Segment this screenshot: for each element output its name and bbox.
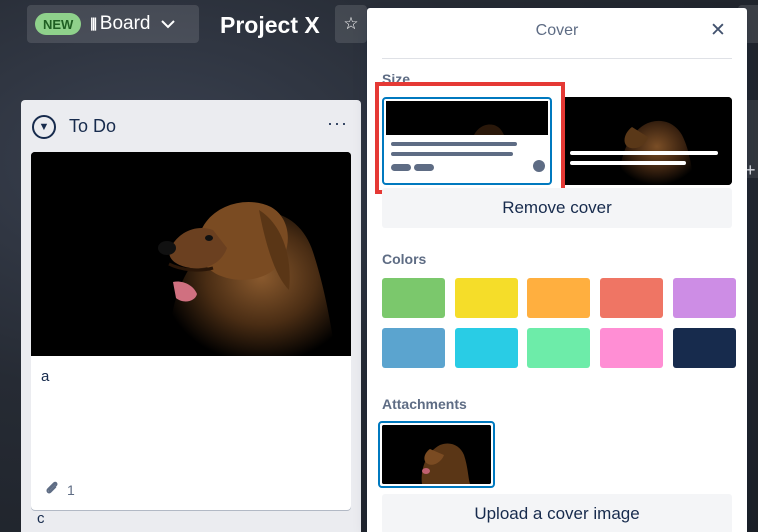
color-swatch[interactable] xyxy=(454,278,518,318)
board-view-icon: ⫼ xyxy=(90,15,97,32)
card-cover-image xyxy=(31,152,351,356)
popover-divider xyxy=(382,58,732,59)
remove-cover-button[interactable]: Remove cover xyxy=(382,188,732,228)
size-option-half-cover[interactable] xyxy=(382,97,552,185)
next-card-title: c xyxy=(37,510,45,527)
list-title[interactable]: To Do xyxy=(69,116,116,137)
star-board-button[interactable]: ☆ xyxy=(335,5,367,43)
card-attachment-badge: 1 xyxy=(45,480,75,499)
collapse-list-icon[interactable]: ▼ xyxy=(32,115,56,139)
color-swatch[interactable] xyxy=(600,278,664,318)
list-to-do: ▼ To Do ··· a 1 c xyxy=(21,100,361,532)
chevron-down-icon xyxy=(160,14,175,34)
star-icon: ☆ xyxy=(343,14,359,33)
attachment-thumbnail[interactable] xyxy=(378,421,495,488)
paperclip-icon xyxy=(45,480,59,499)
colors-label: Colors xyxy=(382,251,427,267)
view-label: Board xyxy=(99,13,151,34)
color-swatch[interactable] xyxy=(672,328,736,368)
color-swatch[interactable] xyxy=(382,328,445,368)
size-option-full-cover[interactable] xyxy=(562,97,732,185)
attachment-count: 1 xyxy=(67,481,75,498)
popover-title: Cover xyxy=(535,22,579,39)
new-badge: NEW xyxy=(35,13,82,35)
board-title[interactable]: Project X xyxy=(220,12,320,39)
color-swatch[interactable] xyxy=(600,328,664,368)
attachment-image xyxy=(382,425,491,484)
view-switcher-button[interactable]: NEW ⫼ Board xyxy=(27,5,199,43)
card[interactable]: a 1 xyxy=(31,152,351,510)
list-menu-icon[interactable]: ··· xyxy=(327,113,348,134)
card-title: a xyxy=(41,368,50,385)
close-icon[interactable]: ✕ xyxy=(710,21,726,41)
size-label: Size xyxy=(382,71,411,87)
color-swatch[interactable] xyxy=(527,328,591,368)
color-swatch[interactable] xyxy=(527,278,591,318)
cover-popover: Cover ✕ Size Remove cover Colors Attachm… xyxy=(367,8,747,532)
color-swatch[interactable] xyxy=(382,278,445,318)
attachments-label: Attachments xyxy=(382,396,467,412)
upload-cover-image-button[interactable]: Upload a cover image xyxy=(382,494,732,532)
color-swatch[interactable] xyxy=(454,328,518,368)
color-swatch[interactable] xyxy=(672,278,736,318)
